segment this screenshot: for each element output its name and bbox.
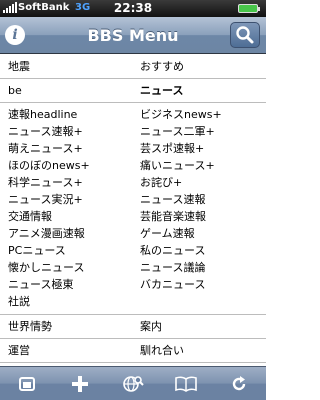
page-title: BBS Menu (87, 26, 179, 45)
board-menu-item[interactable]: 運営 (0, 339, 132, 362)
board-menu-item[interactable]: PCニュース (0, 242, 132, 259)
bottom-toolbar (0, 366, 266, 400)
nav-bar: i BBS Menu (0, 17, 266, 54)
board-menu-item[interactable]: 芸能音楽速報 (132, 208, 266, 225)
board-menu-item[interactable]: 社説 (0, 293, 132, 310)
board-menu-item[interactable]: 地震 (0, 55, 132, 78)
bookmarks-icon[interactable] (14, 371, 40, 397)
status-bar: SoftBank 3G 22:38 (0, 0, 266, 17)
battery-icon (238, 4, 260, 13)
board-menu-item[interactable]: ニュース二軍+ (132, 123, 266, 140)
refresh-icon[interactable] (226, 371, 252, 397)
board-menu-item[interactable]: 芸スポ速報+ (132, 140, 266, 157)
board-menu-item[interactable]: 私のニュース (132, 242, 266, 259)
board-menu-item[interactable]: ニュース議論 (132, 259, 266, 276)
menu-section: be ニュース (0, 79, 266, 103)
menu-section: 運営 馴れ合い (0, 339, 266, 363)
board-menu-list: 地震 おすすめ be ニュース 速報headline ビジネスnews+ ニュース速報+ ニュ… (0, 55, 266, 366)
board-menu-item[interactable]: ニュース速報+ (0, 123, 132, 140)
board-menu-item[interactable]: ニュース (132, 79, 266, 102)
board-menu-item[interactable]: ニュース速報 (132, 191, 266, 208)
board-menu-item (132, 293, 266, 310)
globe-search-icon[interactable] (120, 371, 146, 397)
board-menu-item[interactable]: バカニュース (132, 276, 266, 293)
board-menu-item[interactable]: おすすめ (132, 55, 266, 78)
menu-section: 世界情勢 案内 (0, 315, 266, 339)
add-icon[interactable] (67, 371, 93, 397)
board-menu-item[interactable]: 科学ニュース+ (0, 174, 132, 191)
board-menu-item[interactable]: ビジネスnews+ (132, 106, 266, 123)
board-menu-item[interactable]: 馴れ合い (132, 339, 266, 362)
board-menu-item[interactable]: ゲーム速報 (132, 225, 266, 242)
board-menu-item[interactable]: 世界情勢 (0, 315, 132, 338)
board-menu-item[interactable]: ほのぼのnews+ (0, 157, 132, 174)
clock: 22:38 (113, 1, 153, 15)
board-menu-item[interactable]: 案内 (132, 315, 266, 338)
board-menu-item[interactable]: 懐かしニュース (0, 259, 132, 276)
board-menu-item[interactable]: ニュース極東 (0, 276, 132, 293)
board-menu-item[interactable]: お詫び+ (132, 174, 266, 191)
book-icon[interactable] (173, 371, 199, 397)
menu-section: 地震 おすすめ (0, 55, 266, 79)
board-menu-item[interactable]: 萌えニュース+ (0, 140, 132, 157)
board-menu-item[interactable]: 痛いニュース+ (132, 157, 266, 174)
board-menu-item[interactable]: 交通情報 (0, 208, 132, 225)
search-button[interactable] (230, 22, 260, 48)
board-menu-item[interactable]: be (0, 79, 132, 102)
menu-section: 速報headline ビジネスnews+ ニュース速報+ ニュース二軍+ 萌えニュース+… (0, 103, 266, 315)
search-icon (236, 26, 254, 44)
board-menu-item[interactable]: アニメ漫画速報 (0, 225, 132, 242)
board-menu-item[interactable]: ニュース実況+ (0, 191, 132, 208)
board-menu-item[interactable]: 速報headline (0, 106, 132, 123)
